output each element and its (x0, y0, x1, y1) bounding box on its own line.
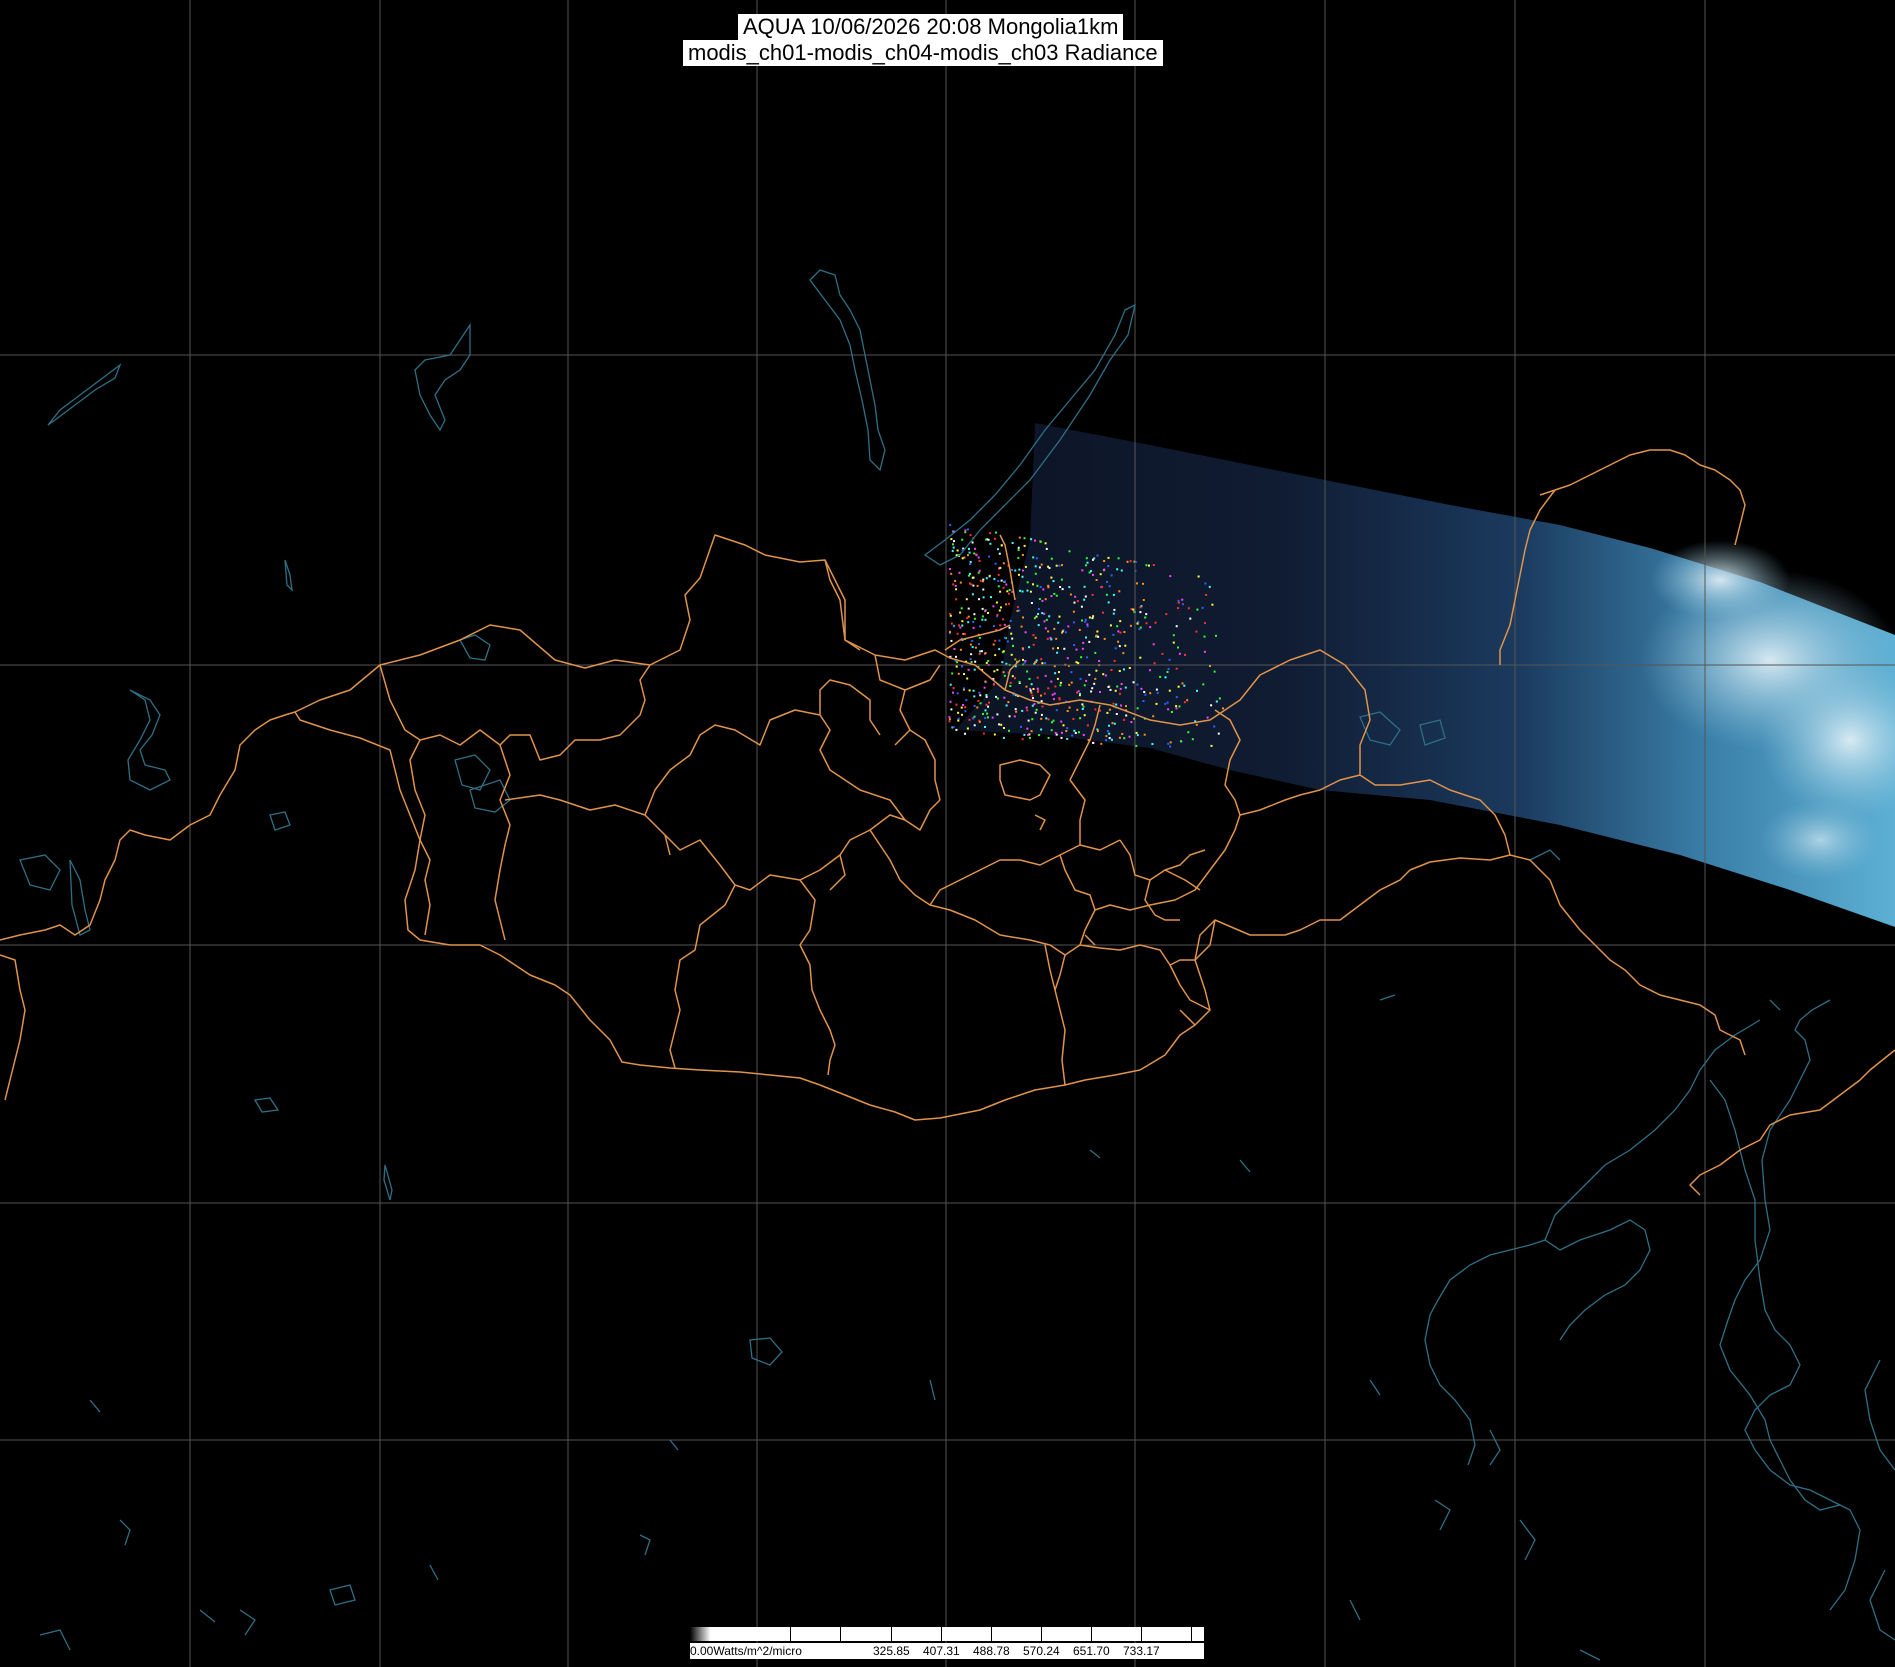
legend-color-bar (690, 1627, 1204, 1641)
title-line-2: modis_ch01-modis_ch04-modis_ch03 Radianc… (683, 40, 1163, 66)
coastlines (19, 269, 1895, 1661)
legend-unit-label: 0.00Watts/m^2/micro (690, 1644, 802, 1658)
legend-value: 570.24 (1023, 1644, 1060, 1658)
legend-labels: 0.00Watts/m^2/micro 325.85 407.31 488.78… (690, 1643, 1204, 1659)
legend-value: 488.78 (973, 1644, 1010, 1658)
satellite-swath (955, 423, 1895, 927)
satellite-map (0, 0, 1895, 1667)
legend-value: 325.85 (873, 1644, 910, 1658)
legend-value: 733.17 (1123, 1644, 1160, 1658)
color-legend: 0.00Watts/m^2/micro 325.85 407.31 488.78… (690, 1627, 1204, 1659)
title-line-1: AQUA 10/06/2026 20:08 Mongolia1km (738, 14, 1124, 40)
legend-value: 407.31 (923, 1644, 960, 1658)
legend-value: 651.70 (1073, 1644, 1110, 1658)
